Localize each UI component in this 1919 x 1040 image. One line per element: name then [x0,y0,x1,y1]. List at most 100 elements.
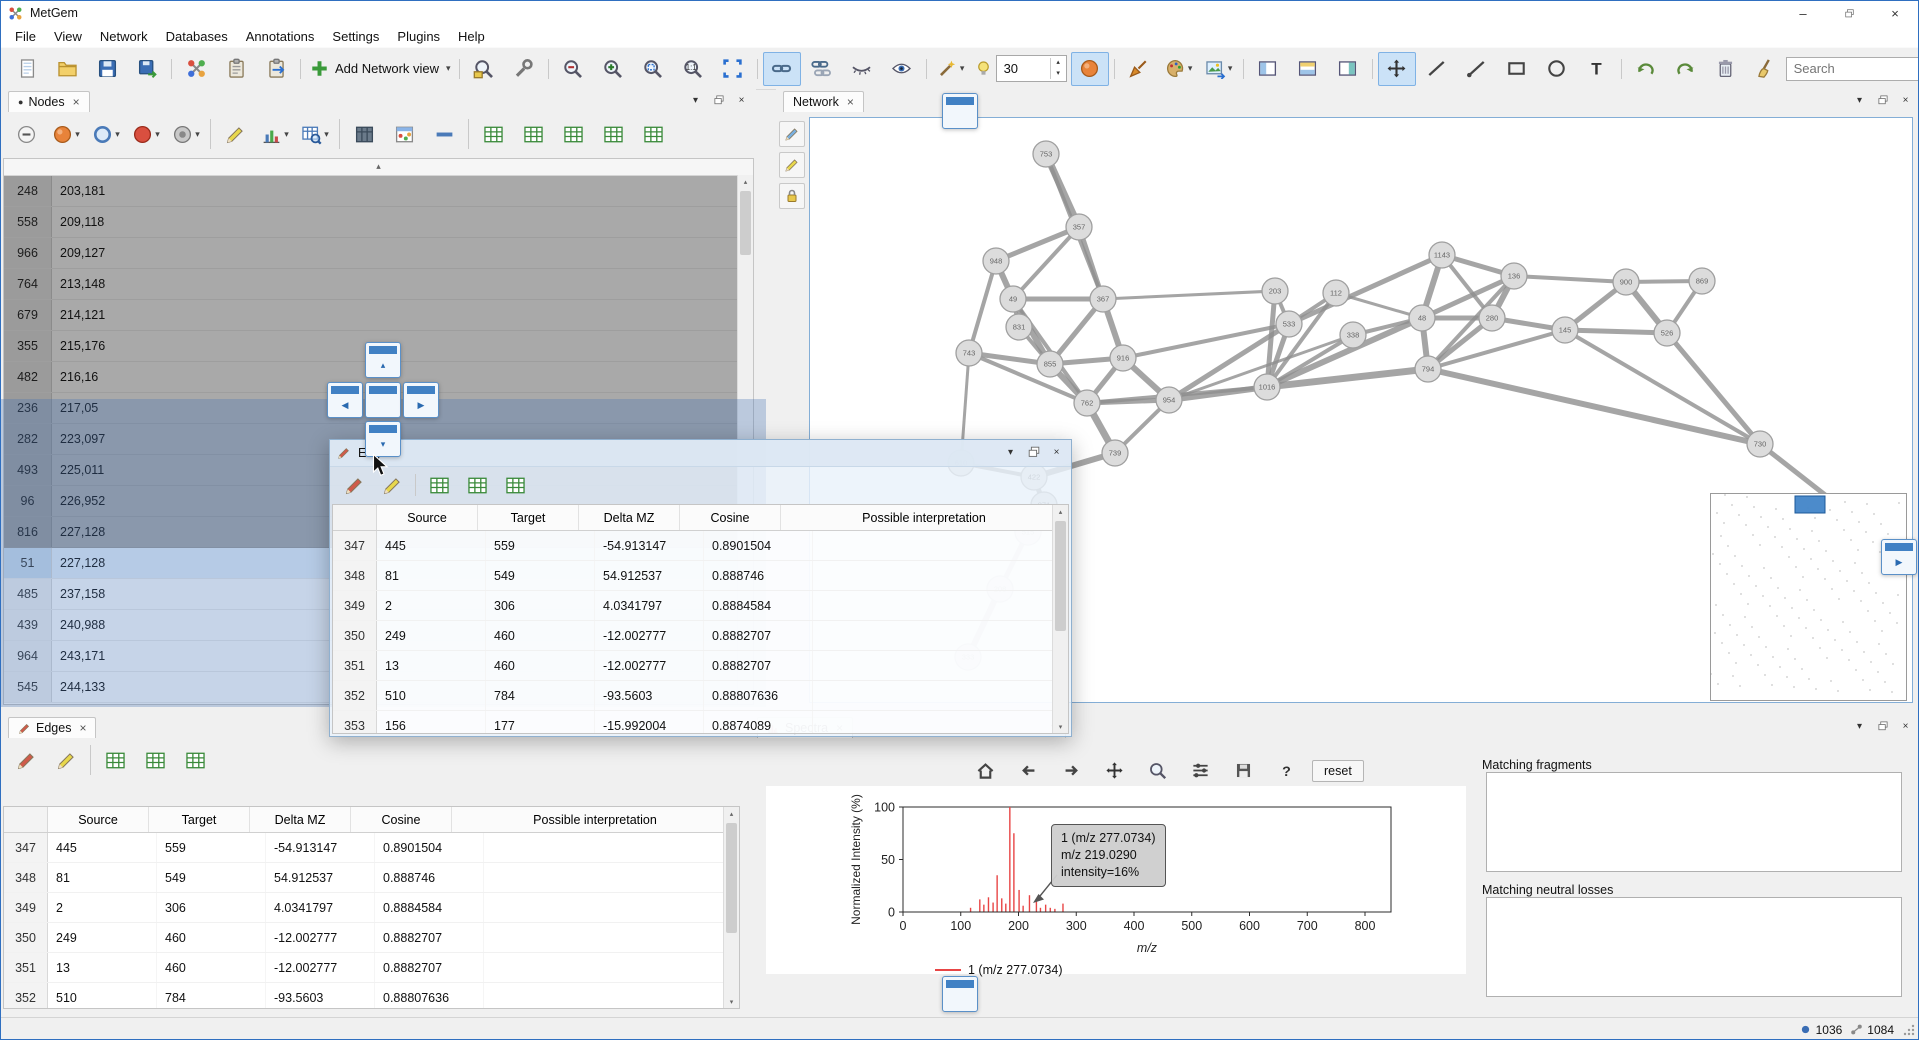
edges-table-row[interactable]: 350249460-12.0027770.8882707 [4,923,739,953]
column-header[interactable]: Possible interpretation [452,807,739,832]
zoom-in-button[interactable] [594,52,632,86]
network-node[interactable]: 203 [1262,278,1288,304]
edge-view-2-button[interactable] [459,470,495,500]
edit-edge-button[interactable] [336,470,372,500]
color-column-button[interactable] [385,117,423,151]
arrow-tool-button[interactable] [1458,52,1496,86]
edge-view-3-button[interactable] [497,470,533,500]
spin-field[interactable]: 30▴▾ [996,55,1067,82]
network-node[interactable]: 1016 [1254,374,1280,400]
undo-button[interactable] [1627,52,1665,86]
network-node[interactable]: 743 [956,340,982,366]
palette-button[interactable]: ▾ [1160,52,1198,86]
network-node[interactable]: 794 [1415,356,1441,382]
floating-panel-titlebar[interactable]: Edges ▾ × [330,440,1071,467]
nodes-table-row[interactable]: 679214,121 [4,300,753,331]
edges-table-row[interactable]: 35113460-12.0027770.8882707 [4,953,739,983]
column-header[interactable]: Cosine [680,505,781,530]
help-button[interactable]: ? [1270,756,1303,785]
network-node[interactable]: 367 [1090,286,1116,312]
dock-close-button[interactable]: × [1896,717,1915,735]
node-ring-button[interactable]: ▾ [87,117,125,151]
column-header[interactable]: Target [149,807,250,832]
reset-button[interactable]: reset [1312,760,1364,782]
scroll-up-icon[interactable]: ▴ [724,807,739,820]
fit-in-view-button[interactable] [714,52,752,86]
ellipse-tool-button[interactable] [1538,52,1576,86]
add-network-view-button[interactable]: Add Network view▾ [306,52,454,86]
network-node[interactable]: 869 [1689,268,1715,294]
network-node[interactable]: 954 [1156,387,1182,413]
edge-style-button[interactable] [803,52,841,86]
dock-indicator-bottom[interactable]: ▾ [365,421,401,457]
menu-databases[interactable]: Databases [157,27,237,46]
edges-table-row[interactable]: 35113460-12.0027770.8882707 [333,651,1068,681]
dock-float-button[interactable] [1024,443,1043,461]
forward-button[interactable] [1055,756,1088,785]
spin-down-icon[interactable]: ▾ [1056,69,1060,80]
network-node[interactable]: 753 [1033,141,1059,167]
network-node[interactable]: 280 [1479,305,1505,331]
zoom-out-button[interactable] [554,52,592,86]
matching-losses-box[interactable] [1486,897,1902,997]
new-project-button[interactable] [8,52,46,86]
scroll-thumb[interactable] [726,823,737,933]
scroll-thumb[interactable] [1055,521,1066,631]
matching-fragments-box[interactable] [1486,772,1902,872]
edges-table-row[interactable]: 347445559-54.9131470.8901504 [4,833,739,863]
export-image-button[interactable]: ▾ [1200,52,1238,86]
find-button[interactable] [465,52,503,86]
restore-button[interactable] [1826,1,1872,25]
annotate-pen-button[interactable] [779,121,805,147]
open-project-button[interactable] [48,52,86,86]
network-node[interactable]: 1143 [1429,242,1455,268]
dock-indicator-right[interactable]: ▶ [403,382,439,418]
panel-right-button[interactable] [1329,52,1367,86]
freeze-columns-button[interactable] [345,117,383,151]
column-header[interactable]: Delta MZ [579,505,680,530]
import-data-button[interactable] [177,52,215,86]
node-fill-button[interactable]: ▾ [127,117,165,151]
edge-view-1-button[interactable] [96,743,134,777]
resize-grip[interactable] [1903,1024,1915,1036]
edges-scrollbar[interactable]: ▴▾ [1052,505,1068,733]
tab-network[interactable]: Network × [783,91,864,112]
menu-plugins[interactable]: Plugins [388,27,449,46]
show-edges-button[interactable] [763,52,801,86]
dock-float-button[interactable] [1873,91,1892,109]
edges-table-row[interactable]: 347445559-54.9131470.8901504 [333,531,1068,561]
zoom-actual-button[interactable]: 1:1 [674,52,712,86]
dock-menu-button[interactable]: ▾ [1001,443,1020,461]
highlight-edge-button[interactable] [47,743,85,777]
network-edge[interactable] [1565,330,1667,333]
import-metadata-button[interactable] [217,52,255,86]
network-node[interactable]: 357 [1066,214,1092,240]
search-input[interactable] [1786,57,1919,81]
tab-close-icon[interactable]: × [79,721,86,735]
edges-table-row[interactable]: 352510784-93.56030.88807636 [333,681,1068,711]
table-view-2-button[interactable] [514,117,552,151]
neighbors-radius-spinbox[interactable]: 30▴▾ [974,55,1067,83]
column-header[interactable]: Cosine [351,807,452,832]
save-figure-button[interactable] [1227,756,1260,785]
column-header[interactable]: Target [478,505,579,530]
dock-float-button[interactable] [709,91,728,109]
dock-menu-button[interactable]: ▾ [1850,717,1869,735]
edges-table-row[interactable]: 353156177-15.9920040.8874089 [333,711,1068,734]
network-node[interactable]: 855 [1037,351,1063,377]
menu-settings[interactable]: Settings [323,27,388,46]
edge-view-2-button[interactable] [136,743,174,777]
scroll-thumb[interactable] [740,191,751,255]
dock-close-button[interactable]: × [1896,91,1915,109]
dock-indicator-top[interactable]: ▴ [365,342,401,378]
network-edge[interactable] [1013,227,1079,299]
panel-split-button[interactable] [1289,52,1327,86]
menu-help[interactable]: Help [449,27,494,46]
dock-indicator-left[interactable]: ◀ [327,382,363,418]
scroll-down-icon[interactable]: ▾ [724,995,739,1008]
network-edge[interactable] [1428,369,1760,444]
network-node[interactable]: 948 [983,248,1009,274]
pie-chart-button[interactable]: ▾ [256,117,294,151]
column-header[interactable]: Source [48,807,149,832]
configure-plot-button[interactable] [1184,756,1217,785]
